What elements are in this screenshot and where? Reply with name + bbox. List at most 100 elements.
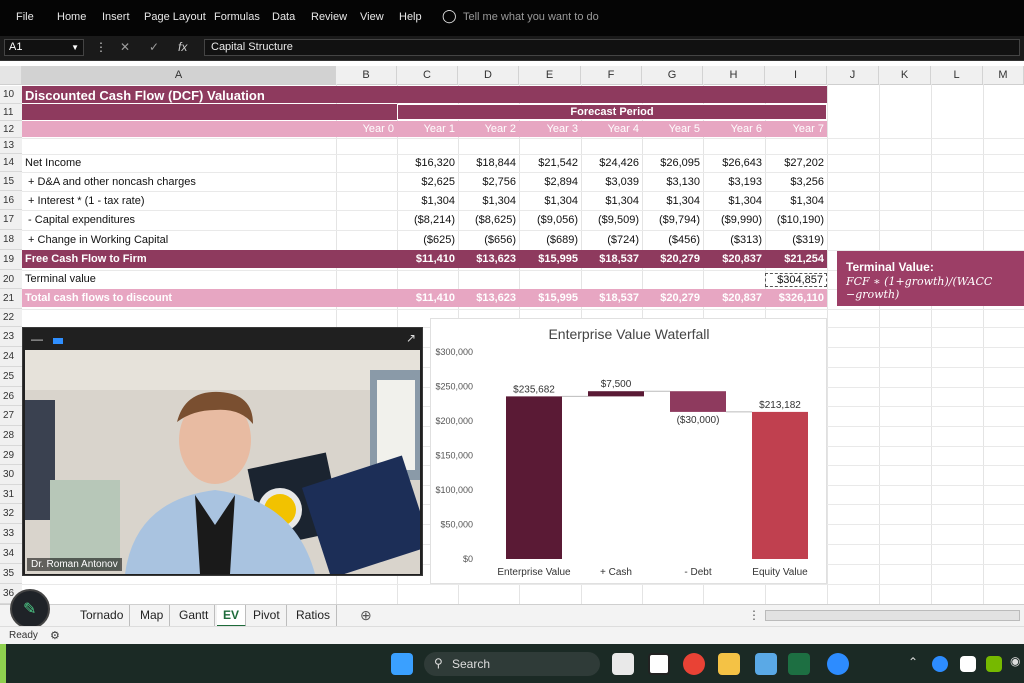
line-item-label[interactable]: + D&A and other noncash charges bbox=[25, 176, 196, 188]
menu-home[interactable]: Home bbox=[57, 11, 86, 23]
select-all-corner[interactable] bbox=[0, 66, 22, 84]
notion-tray-icon[interactable] bbox=[960, 656, 976, 672]
row-header[interactable]: 26 bbox=[0, 387, 22, 406]
menu-review[interactable]: Review bbox=[311, 11, 347, 23]
column-header-c[interactable]: C bbox=[397, 66, 458, 84]
line-item-value[interactable]: ($9,056) bbox=[519, 214, 581, 226]
formula-input[interactable]: Capital Structure bbox=[204, 39, 1020, 56]
chevron-down-icon[interactable]: ▼ bbox=[71, 40, 79, 55]
line-item-value[interactable]: $1,304 bbox=[397, 195, 458, 207]
fcf-value[interactable]: $11,410 bbox=[397, 253, 458, 265]
menu-view[interactable]: View bbox=[360, 11, 384, 23]
more-icon[interactable]: ⋮ bbox=[748, 608, 760, 622]
line-item-value[interactable]: ($9,990) bbox=[703, 214, 765, 226]
column-header-k[interactable]: K bbox=[879, 66, 931, 84]
nvidia-tray-icon[interactable] bbox=[986, 656, 1002, 672]
row-header[interactable]: 20 bbox=[0, 270, 22, 289]
taskbar-search[interactable]: ⚲ Search bbox=[424, 652, 600, 676]
chrome-icon[interactable] bbox=[683, 653, 705, 675]
file-explorer-icon[interactable] bbox=[718, 653, 740, 675]
row-header[interactable]: 32 bbox=[0, 504, 22, 524]
name-box[interactable]: A1 ▼ bbox=[4, 39, 84, 56]
menu-file[interactable]: File bbox=[16, 11, 34, 23]
zoom-icon[interactable] bbox=[827, 653, 849, 675]
line-item-label[interactable]: + Change in Working Capital bbox=[25, 234, 168, 246]
column-header-g[interactable]: G bbox=[642, 66, 703, 84]
notepad-icon[interactable] bbox=[755, 653, 777, 675]
fcf-value[interactable]: $20,279 bbox=[642, 253, 703, 265]
fcf-value[interactable]: $21,254 bbox=[765, 253, 827, 265]
row-header[interactable]: 35 bbox=[0, 564, 22, 584]
row-header[interactable]: 19 bbox=[0, 250, 22, 270]
tab-tornado[interactable]: Tornado bbox=[74, 605, 131, 627]
line-item-value[interactable]: $16,320 bbox=[397, 157, 458, 169]
row-header[interactable]: 25 bbox=[0, 367, 22, 387]
waterfall-bar[interactable] bbox=[752, 411, 808, 559]
menu-insert[interactable]: Insert bbox=[102, 11, 130, 23]
row-header[interactable]: 22 bbox=[0, 309, 22, 327]
video-call-window[interactable]: — ↗ Dr. Roman Antonov bbox=[22, 327, 423, 576]
line-item-value[interactable]: ($724) bbox=[581, 234, 642, 246]
column-header-i[interactable]: I bbox=[765, 66, 827, 84]
column-header-f[interactable]: F bbox=[581, 66, 642, 84]
year-header[interactable]: Year 0 bbox=[336, 123, 397, 135]
terminal-value-label[interactable]: Terminal value bbox=[25, 273, 96, 285]
menu-help[interactable]: Help bbox=[399, 11, 422, 23]
total-value[interactable]: $20,279 bbox=[642, 292, 703, 304]
line-item-value[interactable]: $1,304 bbox=[642, 195, 703, 207]
row-header[interactable]: 17 bbox=[0, 210, 22, 230]
total-value[interactable]: $13,623 bbox=[458, 292, 519, 304]
column-header-j[interactable]: J bbox=[827, 66, 879, 84]
column-header-h[interactable]: H bbox=[703, 66, 765, 84]
total-value[interactable]: $18,537 bbox=[581, 292, 642, 304]
line-item-value[interactable]: $18,844 bbox=[458, 157, 519, 169]
terminal-value-note[interactable]: Terminal Value: FCF ∗ (1+growth)/(WACC −… bbox=[837, 251, 1024, 306]
menu-page-layout[interactable]: Page Layout bbox=[144, 11, 206, 23]
minimize-icon[interactable]: — bbox=[31, 332, 43, 346]
row-header[interactable]: 13 bbox=[0, 138, 22, 154]
row-header[interactable]: 23 bbox=[0, 327, 22, 347]
expand-icon[interactable]: ↗ bbox=[406, 331, 416, 345]
row-header[interactable]: 31 bbox=[0, 485, 22, 504]
waterfall-bar[interactable] bbox=[506, 396, 562, 559]
row-header[interactable]: 27 bbox=[0, 406, 22, 426]
horizontal-scrollbar[interactable] bbox=[765, 610, 1020, 621]
total-value[interactable]: $15,995 bbox=[519, 292, 581, 304]
line-item-value[interactable]: $1,304 bbox=[703, 195, 765, 207]
total-value[interactable]: $20,837 bbox=[703, 292, 765, 304]
line-item-value[interactable]: ($656) bbox=[458, 234, 519, 246]
line-item-value[interactable]: $1,304 bbox=[519, 195, 581, 207]
line-item-value[interactable]: $1,304 bbox=[765, 195, 827, 207]
waterfall-bar[interactable] bbox=[588, 391, 644, 397]
menu-formulas[interactable]: Formulas bbox=[214, 11, 260, 23]
tab-ratios[interactable]: Ratios bbox=[290, 605, 338, 627]
column-header-l[interactable]: L bbox=[931, 66, 983, 84]
line-item-value[interactable]: $1,304 bbox=[458, 195, 519, 207]
line-item-value[interactable]: ($319) bbox=[765, 234, 827, 246]
sheet-title[interactable]: Discounted Cash Flow (DCF) Valuation bbox=[25, 88, 265, 103]
line-item-label[interactable]: + Interest * (1 - tax rate) bbox=[25, 195, 144, 207]
year-header[interactable]: Year 5 bbox=[642, 123, 703, 135]
line-item-value[interactable]: $27,202 bbox=[765, 157, 827, 169]
row-header[interactable]: 30 bbox=[0, 465, 22, 485]
row-header[interactable]: 11 bbox=[0, 104, 22, 121]
line-item-value[interactable]: $2,894 bbox=[519, 176, 581, 188]
line-item-value[interactable]: $2,756 bbox=[458, 176, 519, 188]
annotate-pen-button[interactable]: ✎ bbox=[10, 589, 50, 629]
row-header[interactable]: 12 bbox=[0, 121, 22, 138]
column-header-e[interactable]: E bbox=[519, 66, 581, 84]
year-header[interactable]: Year 7 bbox=[765, 123, 827, 135]
more-options-icon[interactable]: ⋮ bbox=[95, 40, 107, 54]
forecast-period-label[interactable]: Forecast Period bbox=[397, 106, 827, 118]
menu-data[interactable]: Data bbox=[272, 11, 295, 23]
row-header[interactable]: 10 bbox=[0, 86, 22, 104]
line-item-value[interactable]: $21,542 bbox=[519, 157, 581, 169]
line-item-value[interactable]: ($9,509) bbox=[581, 214, 642, 226]
line-item-value[interactable]: $3,256 bbox=[765, 176, 827, 188]
row-header[interactable]: 21 bbox=[0, 289, 22, 309]
start-icon[interactable] bbox=[391, 653, 413, 675]
line-item-value[interactable]: $1,304 bbox=[581, 195, 642, 207]
row-header[interactable]: 14 bbox=[0, 154, 22, 172]
store-icon[interactable] bbox=[612, 653, 634, 675]
row-header[interactable]: 28 bbox=[0, 426, 22, 446]
